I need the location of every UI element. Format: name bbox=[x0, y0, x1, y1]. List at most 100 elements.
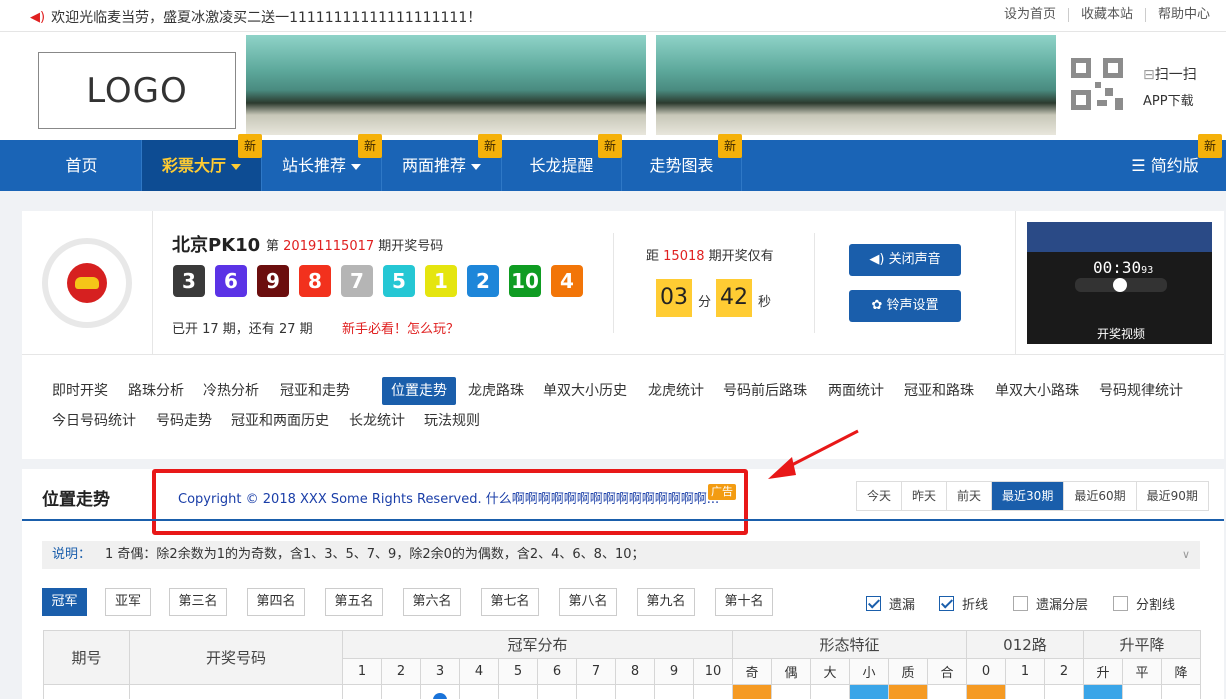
table-cell bbox=[654, 684, 694, 699]
ad-link[interactable]: Copyright © 2018 XXX Some Rights Reserve… bbox=[178, 488, 719, 507]
column-subheader: 奇 bbox=[732, 658, 772, 685]
table-cell bbox=[849, 684, 889, 699]
app-download-label[interactable]: APP下载 bbox=[1143, 90, 1194, 109]
seconds-unit: 秒 bbox=[758, 295, 772, 310]
qr-code-icon[interactable] bbox=[1071, 58, 1123, 110]
rank-button[interactable]: 第五名 bbox=[325, 588, 383, 616]
rank-button[interactable]: 第十名 bbox=[715, 588, 773, 616]
analysis-tab[interactable]: 冷热分析 bbox=[202, 377, 260, 405]
analysis-tab[interactable]: 冠亚和路珠 bbox=[903, 377, 975, 405]
explanation-bar[interactable]: 说明： 1 奇偶：除2余数为1的为奇数，含1、3、5、7、9，除2余0的为偶数，含… bbox=[42, 541, 1200, 569]
analysis-tab[interactable]: 冠亚和走势 bbox=[279, 377, 351, 405]
column-subheader: 10 bbox=[693, 658, 733, 685]
checkbox-icon[interactable] bbox=[939, 596, 954, 611]
rank-button[interactable]: 第七名 bbox=[481, 588, 539, 616]
column-subheader: 1 bbox=[342, 658, 382, 685]
analysis-tab[interactable]: 冠亚和两面历史 bbox=[230, 407, 330, 435]
mute-sound-button[interactable]: ◀) 关闭声音 bbox=[849, 244, 961, 276]
analysis-tab[interactable]: 号码前后路珠 bbox=[722, 377, 808, 405]
column-subheader: 8 bbox=[615, 658, 655, 685]
checkbox-icon[interactable] bbox=[1013, 596, 1028, 611]
draw-ball: 1 bbox=[425, 265, 457, 297]
table-cell bbox=[1122, 684, 1162, 699]
gear-icon: ✿ bbox=[871, 298, 887, 313]
video-timer: 00:3093 bbox=[1093, 258, 1154, 277]
position-trend-panel: 位置走势 Copyright © 2018 XXX Some Rights Re… bbox=[22, 429, 1224, 699]
analysis-tab[interactable]: 号码规律统计 bbox=[1098, 377, 1184, 405]
speaker-icon: ◀) bbox=[869, 252, 889, 267]
checkbox-icon[interactable] bbox=[866, 596, 881, 611]
main-nav: 首页 彩票大厅 新 站长推荐 新 两面推荐 新 长龙提醒 新 走势图表 新 ☰ … bbox=[0, 134, 1226, 191]
help-center-link[interactable]: 帮助中心 bbox=[1144, 8, 1222, 22]
analysis-tab[interactable]: 路珠分析 bbox=[127, 377, 185, 405]
analysis-tab[interactable]: 龙虎路珠 bbox=[467, 377, 525, 405]
table-cell bbox=[576, 684, 616, 699]
rank-button[interactable]: 第九名 bbox=[637, 588, 695, 616]
analysis-tab[interactable]: 长龙统计 bbox=[348, 407, 406, 435]
video-label: 开奖视频 bbox=[1097, 327, 1146, 341]
announcement-text: 欢迎光临麦当劳，盛夏冰激凌买二送一11111111111111111111！ bbox=[51, 10, 482, 26]
draw-ball: 7 bbox=[341, 265, 373, 297]
rank-button[interactable]: 第三名 bbox=[169, 588, 227, 616]
draw-video[interactable]: 00:3093 开奖视频 bbox=[1027, 222, 1212, 344]
analysis-tab[interactable]: 号码走势 bbox=[155, 407, 213, 435]
column-subheader: 2 bbox=[381, 658, 421, 685]
top-links: 设为首页 收藏本站 帮助中心 bbox=[992, 8, 1222, 22]
banner-image-1[interactable] bbox=[246, 35, 646, 135]
table-cell bbox=[381, 684, 421, 699]
display-option[interactable]: 分割线 bbox=[1113, 594, 1175, 613]
new-badge: 新 bbox=[1198, 134, 1222, 158]
column-subheader: 4 bbox=[459, 658, 499, 685]
play-icon[interactable] bbox=[1113, 278, 1127, 292]
draw-ball: 2 bbox=[467, 265, 499, 297]
ringtone-settings-button[interactable]: ✿ 铃声设置 bbox=[849, 290, 961, 322]
analysis-tab[interactable]: 今日号码统计 bbox=[51, 407, 137, 435]
bookmark-link[interactable]: 收藏本站 bbox=[1067, 8, 1145, 22]
display-option[interactable]: 遗漏分层 bbox=[1013, 594, 1088, 613]
range-option[interactable]: 最近90期 bbox=[1135, 482, 1208, 510]
site-logo[interactable]: LOGO bbox=[38, 52, 236, 129]
analysis-tab[interactable]: 单双大小路珠 bbox=[994, 377, 1080, 405]
col-012-road: 012路 bbox=[966, 630, 1084, 659]
table-cell bbox=[732, 684, 772, 699]
how-to-play-link[interactable]: 新手必看！怎么玩？ bbox=[342, 318, 459, 337]
analysis-tab[interactable]: 龙虎统计 bbox=[647, 377, 705, 405]
range-option[interactable]: 前天 bbox=[946, 482, 992, 510]
analysis-tab[interactable]: 单双大小历史 bbox=[542, 377, 628, 405]
nav-item-home[interactable]: 首页 bbox=[22, 140, 142, 191]
range-option[interactable]: 昨天 bbox=[901, 482, 947, 510]
table-cell bbox=[810, 684, 850, 699]
range-option[interactable]: 今天 bbox=[857, 482, 902, 510]
display-option[interactable]: 遗漏 bbox=[866, 594, 915, 613]
table-cell bbox=[888, 684, 928, 699]
minutes-unit: 分 bbox=[698, 295, 712, 310]
table-cell bbox=[420, 684, 460, 699]
rank-button[interactable]: 冠军 bbox=[42, 588, 87, 616]
range-option[interactable]: 最近60期 bbox=[1063, 482, 1136, 510]
analysis-tab[interactable]: 即时开奖 bbox=[51, 377, 109, 405]
analysis-tab[interactable]: 玩法规则 bbox=[423, 407, 481, 435]
header: LOGO ⊟扫一扫 APP下载 bbox=[0, 32, 1226, 140]
column-subheader: 降 bbox=[1161, 658, 1201, 685]
car-icon bbox=[75, 277, 99, 289]
analysis-tab[interactable]: 两面统计 bbox=[827, 377, 885, 405]
table-cell bbox=[1005, 684, 1045, 699]
table-cell bbox=[342, 684, 382, 699]
rank-button[interactable]: 亚军 bbox=[105, 588, 151, 616]
chevron-down-icon[interactable]: ∨ bbox=[1182, 541, 1190, 569]
banner-image-2[interactable] bbox=[656, 35, 1056, 135]
rank-button[interactable]: 第六名 bbox=[403, 588, 461, 616]
range-option[interactable]: 最近30期 bbox=[991, 482, 1064, 510]
rank-button[interactable]: 第八名 bbox=[559, 588, 617, 616]
panel-title: 位置走势 bbox=[42, 490, 110, 510]
set-homepage-link[interactable]: 设为首页 bbox=[992, 8, 1068, 22]
checkbox-icon[interactable] bbox=[1113, 596, 1128, 611]
countdown-label: 距 15018 期开奖仅有 bbox=[646, 249, 774, 264]
draw-ball: 3 bbox=[173, 265, 205, 297]
column-subheader: 小 bbox=[849, 658, 889, 685]
rank-button[interactable]: 第四名 bbox=[247, 588, 305, 616]
draw-numbers: 3 6 9 8 7 5 1 2 10 4 bbox=[173, 265, 593, 297]
display-option[interactable]: 折线 bbox=[939, 594, 988, 613]
analysis-tab[interactable]: 位置走势 bbox=[382, 377, 456, 405]
draw-ball: 6 bbox=[215, 265, 247, 297]
